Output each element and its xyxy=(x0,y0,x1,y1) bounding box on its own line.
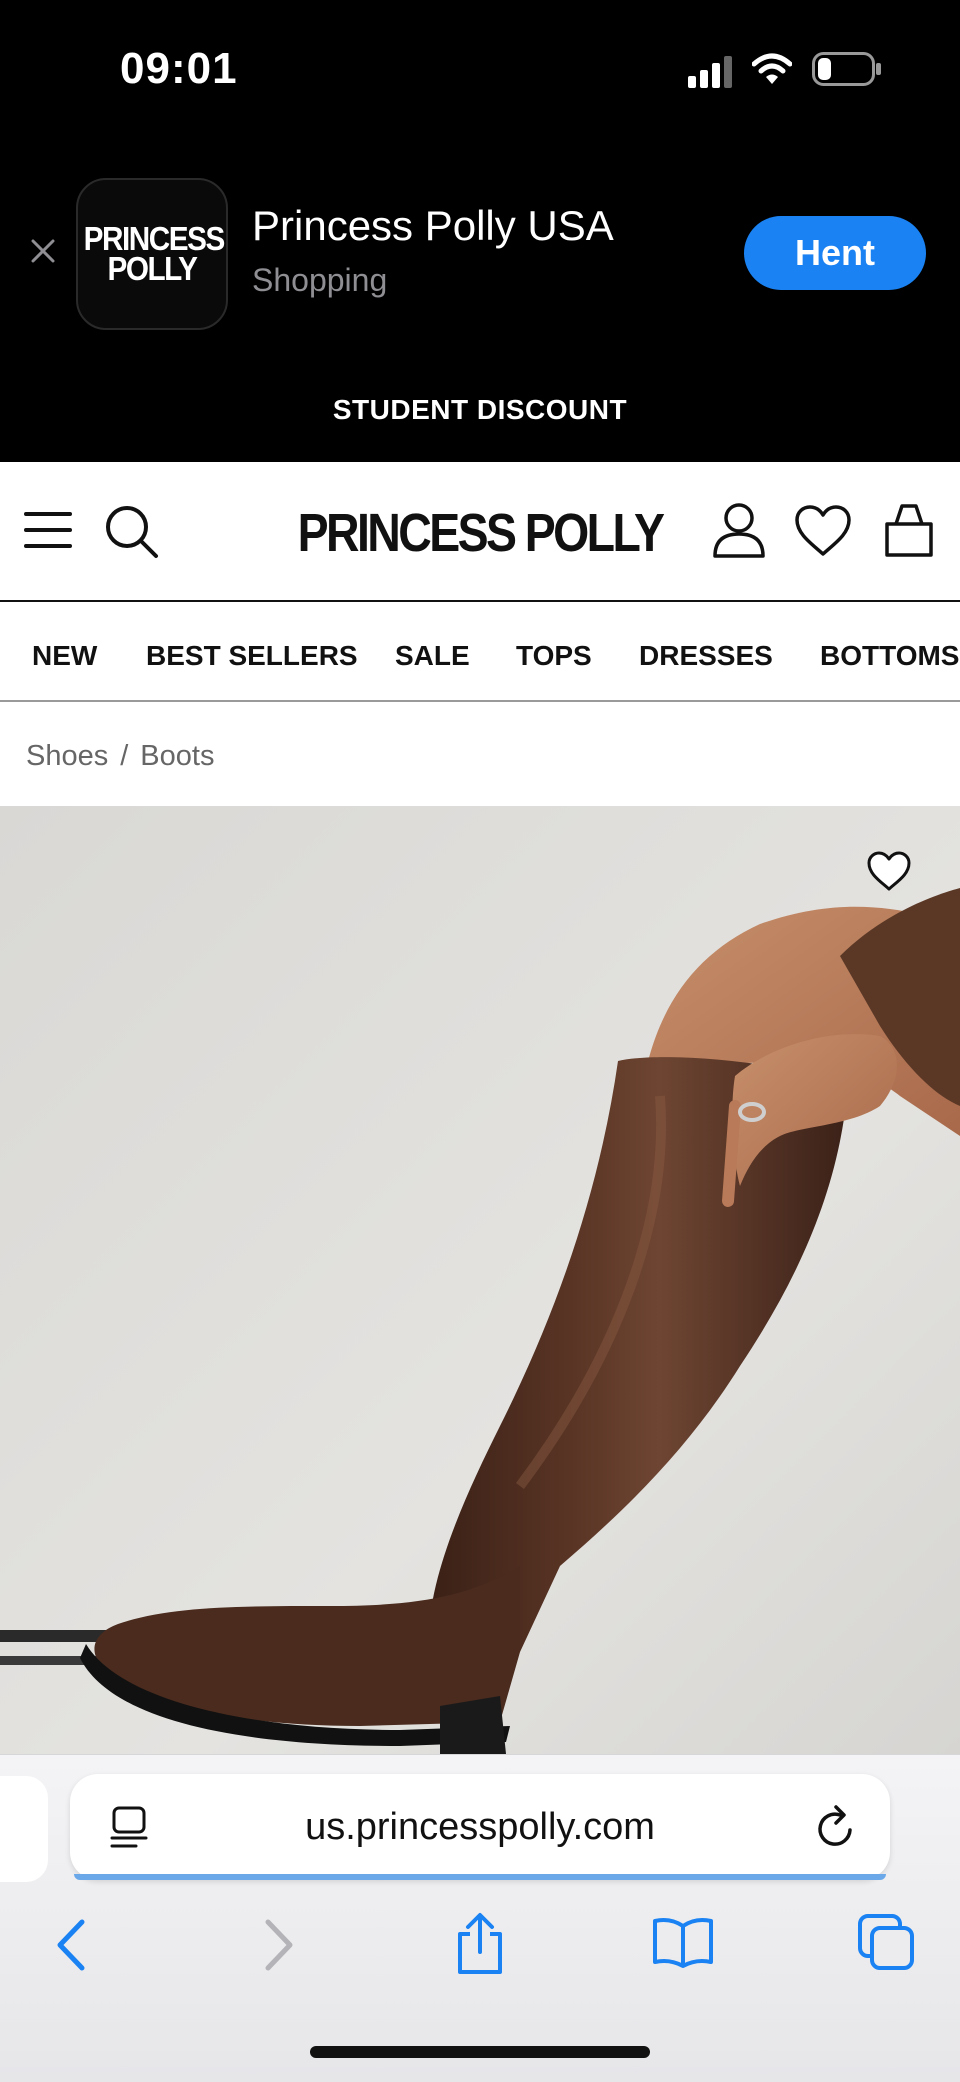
product-image[interactable] xyxy=(0,806,960,1754)
reload-icon[interactable] xyxy=(814,1804,858,1850)
app-icon-wordmark: PRINCESS POLLY xyxy=(83,220,226,287)
nav-item-tops[interactable]: TOPS xyxy=(516,640,592,672)
nav-item-best-sellers[interactable]: BEST SELLERS xyxy=(146,640,358,672)
breadcrumb-boots[interactable]: Boots xyxy=(140,740,214,772)
battery-icon xyxy=(812,52,881,86)
menu-icon[interactable] xyxy=(24,506,72,554)
home-indicator xyxy=(310,2046,650,2058)
share-icon[interactable] xyxy=(452,1912,508,1976)
site-logo[interactable]: PRINCESS POLLY xyxy=(282,502,678,564)
bookmarks-icon[interactable] xyxy=(652,1916,714,1968)
boot-illustration xyxy=(0,806,960,1754)
app-name: Princess Polly USA xyxy=(252,202,614,249)
status-time: 09:01 xyxy=(120,44,238,93)
breadcrumb-separator: / xyxy=(120,740,129,772)
close-banner-icon[interactable] xyxy=(26,234,60,268)
bag-icon[interactable] xyxy=(884,502,934,558)
search-icon[interactable] xyxy=(104,504,160,560)
page-load-progress xyxy=(74,1874,886,1880)
back-icon[interactable] xyxy=(54,1918,88,1972)
breadcrumb: Shoes / Boots xyxy=(26,740,214,773)
app-category: Shopping xyxy=(252,262,388,298)
wifi-icon xyxy=(752,53,792,84)
nav-item-new[interactable]: NEW xyxy=(32,640,97,672)
nav-item-sale[interactable]: SALE xyxy=(395,640,470,672)
category-nav: NEW BEST SELLERS SALE TOPS DRESSES BOTTO… xyxy=(0,602,960,702)
reader-icon[interactable] xyxy=(108,1806,150,1850)
nav-item-dresses[interactable]: DRESSES xyxy=(639,640,773,672)
account-icon[interactable] xyxy=(712,502,766,558)
url-text[interactable]: us.princesspolly.com xyxy=(180,1806,780,1849)
tabs-icon[interactable] xyxy=(858,1914,916,1970)
promo-banner[interactable]: STUDENT DISCOUNT xyxy=(0,394,960,426)
nav-item-bottoms[interactable]: BOTTOMS xyxy=(820,640,959,672)
product-heart-icon[interactable] xyxy=(866,850,912,892)
breadcrumb-shoes[interactable]: Shoes xyxy=(26,740,108,772)
cellular-signal-icon xyxy=(688,56,732,88)
previous-tab-preview[interactable] xyxy=(0,1776,48,1882)
forward-icon[interactable] xyxy=(262,1918,296,1972)
get-app-button[interactable]: Hent xyxy=(744,216,926,290)
heart-icon[interactable] xyxy=(794,504,852,558)
